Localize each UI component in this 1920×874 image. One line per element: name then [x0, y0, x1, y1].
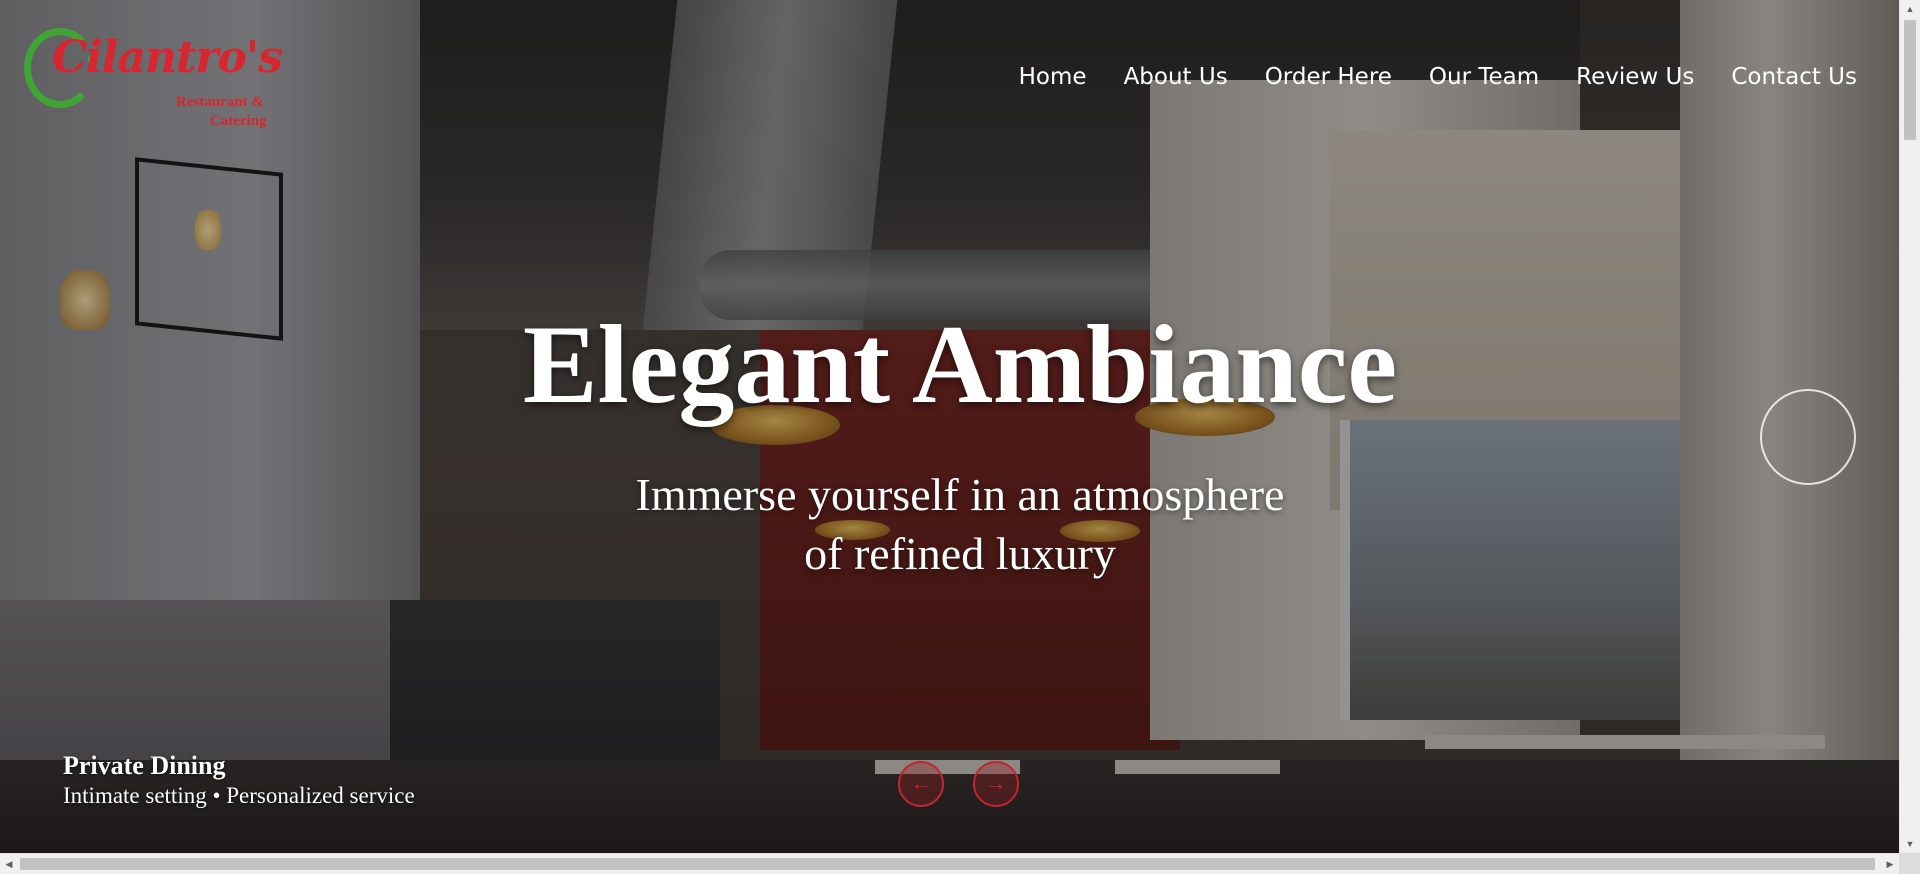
logo-wordmark: Cilantro's — [52, 32, 283, 83]
page-viewport: Cilantro's Restaurant & Catering Home Ab… — [0, 0, 1899, 853]
arrow-left-icon: ← — [911, 773, 931, 795]
slider-next-button[interactable]: → — [973, 761, 1019, 807]
nav-item-home[interactable]: Home — [1019, 64, 1087, 90]
vertical-scroll-thumb[interactable] — [1904, 20, 1916, 140]
nav-item-review-us[interactable]: Review Us — [1576, 64, 1694, 90]
site-logo[interactable]: Cilantro's Restaurant & Catering — [24, 24, 284, 134]
horizontal-scrollbar[interactable]: ◀ ▶ — [0, 853, 1899, 874]
hero-subheadline-line-1: Immerse yourself in an atmosphere — [635, 469, 1285, 520]
scroll-left-icon[interactable]: ◀ — [0, 854, 18, 874]
slider-prev-button[interactable]: ← — [898, 761, 944, 807]
slide-caption: Private Dining Intimate setting • Person… — [63, 751, 415, 809]
hero-subheadline: Immerse yourself in an atmosphere of ref… — [0, 465, 1899, 583]
logo-tagline-1: Restaurant & — [176, 94, 264, 110]
slide-caption-text: Intimate setting • Personalized service — [63, 783, 415, 808]
nav-item-about-us[interactable]: About Us — [1124, 64, 1228, 90]
main-nav: Home About Us Order Here Our Team Review… — [1019, 64, 1857, 90]
hero-subheadline-line-2: of refined luxury — [804, 528, 1116, 579]
arrow-right-icon: → — [986, 773, 1006, 795]
slide-caption-title: Private Dining — [63, 751, 226, 780]
nav-item-contact-us[interactable]: Contact Us — [1731, 64, 1857, 90]
nav-item-our-team[interactable]: Our Team — [1429, 64, 1539, 90]
slide-timer-ring — [1760, 389, 1856, 485]
scroll-right-icon[interactable]: ▶ — [1881, 854, 1899, 874]
logo-tagline-2: Catering — [210, 113, 267, 129]
nav-item-order-here[interactable]: Order Here — [1265, 64, 1392, 90]
hero-headline: Elegant Ambiance — [522, 303, 1398, 427]
scroll-up-icon[interactable]: ▲ — [1900, 0, 1920, 18]
scroll-down-icon[interactable]: ▼ — [1900, 835, 1920, 853]
vertical-scrollbar[interactable]: ▲ ▼ — [1899, 0, 1920, 853]
scrollbar-corner — [1899, 853, 1920, 874]
hero-slider: Cilantro's Restaurant & Catering Home Ab… — [0, 0, 1899, 853]
horizontal-scroll-thumb[interactable] — [20, 858, 1875, 870]
